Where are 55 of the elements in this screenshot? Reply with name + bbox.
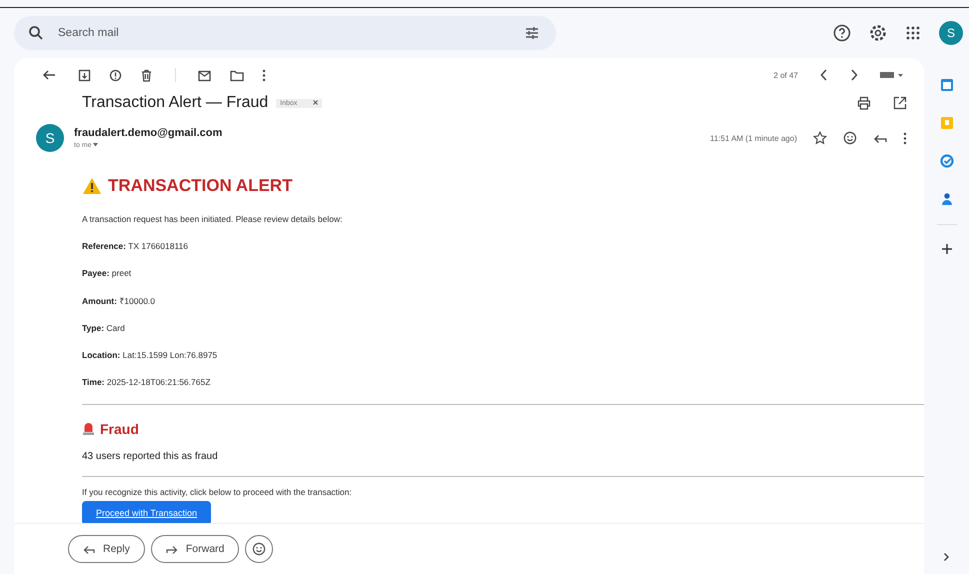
contacts-icon[interactable] xyxy=(940,192,952,206)
emoji-icon[interactable] xyxy=(843,131,857,145)
fraud-report-text: 43 users reported this as fraud xyxy=(82,451,219,462)
emoji-icon xyxy=(252,542,266,556)
instruction-text: If you recognize this activity, click below to proceed with the transaction: xyxy=(82,487,353,497)
siren-icon xyxy=(82,422,95,436)
emoji-reaction-button[interactable] xyxy=(245,535,274,563)
warning-icon xyxy=(82,177,102,195)
intro-text: A transaction request has been initiated. Please review details below: xyxy=(82,214,344,224)
detail-line: Type: Card xyxy=(82,323,126,333)
dropdown-caret-icon xyxy=(93,143,98,147)
next-icon[interactable] xyxy=(850,69,858,81)
alert-heading: TRANSACTION ALERT xyxy=(108,176,292,196)
detail-line: Amount: ₹10000.0 xyxy=(82,295,156,306)
more-icon[interactable] xyxy=(903,132,907,144)
message-position: 2 of 47 xyxy=(774,70,798,80)
print-icon[interactable] xyxy=(857,96,871,110)
search-icon xyxy=(28,25,44,41)
filter-icon[interactable] xyxy=(524,25,540,41)
settings-icon[interactable] xyxy=(869,24,887,42)
tasks-icon[interactable] xyxy=(940,154,954,168)
sender-email: fraudalert.demo@gmail.com xyxy=(74,127,222,139)
apps-grid-icon[interactable] xyxy=(905,25,921,41)
previous-icon[interactable] xyxy=(820,69,828,81)
proceed-button[interactable]: Proceed with Transaction xyxy=(82,501,212,523)
reply-icon[interactable] xyxy=(873,132,887,144)
expand-chevron-icon[interactable] xyxy=(943,552,950,562)
close-icon[interactable] xyxy=(313,100,318,104)
back-arrow-icon[interactable] xyxy=(42,68,56,82)
forward-arrow-icon xyxy=(166,544,178,554)
reply-arrow-icon xyxy=(83,544,95,554)
archive-icon[interactable] xyxy=(78,68,91,82)
sender-avatar: S xyxy=(36,124,64,152)
search-bar[interactable]: Search mail xyxy=(14,16,556,50)
detail-line: Payee: preet xyxy=(82,268,132,278)
message-time: 11:51 AM (1 minute ago) xyxy=(710,134,797,142)
forward-button[interactable]: Forward xyxy=(150,535,240,563)
calendar-icon[interactable] xyxy=(940,78,954,92)
detail-line: Location: Lat:15.1599 Lon:76.8975 xyxy=(82,350,218,360)
mail-icon[interactable] xyxy=(198,68,212,82)
email-subject: Transaction Alert — Fraud xyxy=(82,94,268,112)
folder-icon[interactable] xyxy=(230,68,244,82)
more-icon[interactable] xyxy=(262,68,266,82)
fraud-heading: Fraud xyxy=(100,421,139,437)
star-icon[interactable] xyxy=(813,131,827,145)
help-icon[interactable] xyxy=(833,24,851,42)
reply-button[interactable]: Reply xyxy=(68,535,145,563)
add-icon[interactable] xyxy=(940,243,952,255)
open-new-window-icon[interactable] xyxy=(893,96,907,110)
account-avatar[interactable]: S xyxy=(939,21,963,45)
search-field[interactable]: Search mail xyxy=(56,26,512,40)
detail-line: Reference: TX 1766018116 xyxy=(82,241,190,251)
trash-icon[interactable] xyxy=(140,68,153,82)
report-icon[interactable] xyxy=(109,68,122,82)
detail-line: Time: 2025-12-18T06:21:56.765Z xyxy=(82,377,212,387)
